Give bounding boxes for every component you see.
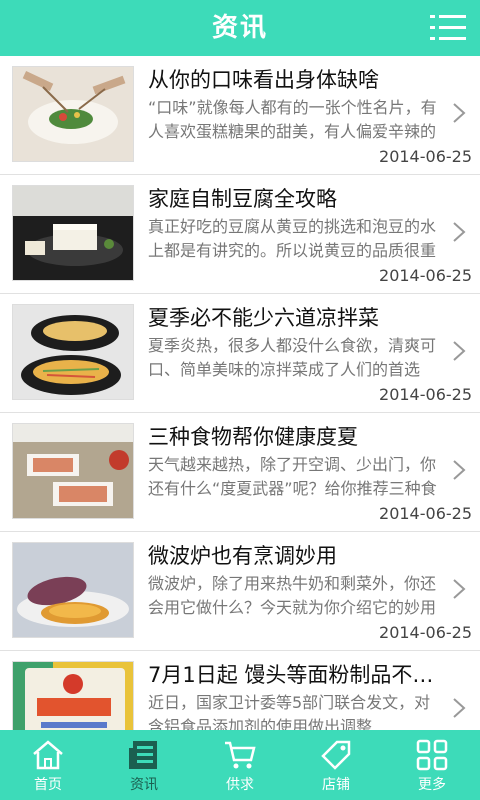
article-thumbnail <box>12 542 134 638</box>
article-date: 2014-06-25 <box>379 623 472 642</box>
article-thumbnail <box>12 66 134 162</box>
list-menu-icon[interactable] <box>430 12 466 44</box>
news-icon <box>129 741 157 769</box>
article-thumbnail <box>12 185 134 281</box>
grid-icon <box>416 739 448 771</box>
list-item[interactable]: 微波炉也有烹调妙用 微波炉，除了用来热牛奶和剩菜外，你还会用它做什么？今天就为你… <box>0 532 480 651</box>
chevron-right-icon <box>452 697 466 719</box>
article-title: 家庭自制豆腐全攻略 <box>148 187 337 211</box>
article-summary: 微波炉，除了用来热牛奶和剩菜外，你还会用它做什么？今天就为你介绍它的妙用 <box>148 574 437 617</box>
news-list: 从你的口味看出身体缺啥 “口味”就像每人都有的一张个性名片，有人喜欢蛋糕糖果的甜… <box>0 56 480 730</box>
tab-label: 首页 <box>34 777 62 793</box>
tab-home[interactable]: 首页 <box>0 730 96 800</box>
chevron-right-icon <box>452 578 466 600</box>
tab-news[interactable]: 资讯 <box>96 730 192 800</box>
article-title: 从你的口味看出身体缺啥 <box>148 68 379 92</box>
tag-icon <box>321 740 351 770</box>
list-item[interactable]: 家庭自制豆腐全攻略 真正好吃的豆腐从黄豆的挑选和泡豆的水上都是有讲究的。所以说黄… <box>0 175 480 294</box>
article-summary: “口味”就像每人都有的一张个性名片，有人喜欢蛋糕糖果的甜美，有人偏爱辛辣的刺激 <box>148 98 437 141</box>
home-icon <box>33 740 63 770</box>
article-title: 微波炉也有烹调妙用 <box>148 544 337 568</box>
article-thumbnail <box>12 661 134 730</box>
article-date: 2014-06-25 <box>379 266 472 285</box>
article-thumbnail <box>12 423 134 519</box>
list-item[interactable]: 三种食物帮你健康度夏 天气越来越热，除了开空调、少出门，你还有什么“度夏武器”呢… <box>0 413 480 532</box>
article-summary: 近日，国家卫计委等5部门联合发文，对含铝食品添加剂的使用做出调整 <box>148 693 431 730</box>
article-title: 夏季必不能少六道凉拌菜 <box>148 306 379 330</box>
tab-label: 资讯 <box>130 777 158 793</box>
tab-label: 供求 <box>226 777 254 793</box>
tab-supply[interactable]: 供求 <box>192 730 288 800</box>
article-date: 2014-06-25 <box>379 504 472 523</box>
chevron-right-icon <box>452 340 466 362</box>
cart-icon <box>225 741 256 769</box>
article-summary: 天气越来越热，除了开空调、少出门，你还有什么“度夏武器”呢？给你推荐三种食物 <box>148 455 437 498</box>
tab-label: 更多 <box>418 777 446 793</box>
chevron-right-icon <box>452 221 466 243</box>
article-title: 7月1日起 馒头等面粉制品不得使用含铝添加剂 <box>148 663 448 687</box>
top-bar: 资讯 <box>0 0 480 56</box>
article-thumbnail <box>12 304 134 400</box>
article-summary: 真正好吃的豆腐从黄豆的挑选和泡豆的水上都是有讲究的。所以说黄豆的品质很重要 <box>148 217 437 260</box>
page-title: 资讯 <box>211 13 268 43</box>
list-item[interactable]: 从你的口味看出身体缺啥 “口味”就像每人都有的一张个性名片，有人喜欢蛋糕糖果的甜… <box>0 56 480 175</box>
tab-label: 店铺 <box>322 777 350 793</box>
bottom-tab-bar: 首页 资讯 供求 店铺 更多 <box>0 730 480 800</box>
list-item[interactable]: 夏季必不能少六道凉拌菜 夏季炎热，很多人都没什么食欲，清爽可口、简单美味的凉拌菜… <box>0 294 480 413</box>
article-date: 2014-06-25 <box>379 147 472 166</box>
tab-shop[interactable]: 店铺 <box>288 730 384 800</box>
tab-more[interactable]: 更多 <box>384 730 480 800</box>
article-summary: 夏季炎热，很多人都没什么食欲，清爽可口、简单美味的凉拌菜成了人们的首选 <box>148 336 437 379</box>
chevron-right-icon <box>452 102 466 124</box>
article-date: 2014-06-25 <box>379 385 472 404</box>
article-title: 三种食物帮你健康度夏 <box>148 425 358 449</box>
list-item[interactable]: 7月1日起 馒头等面粉制品不得使用含铝添加剂 近日，国家卫计委等5部门联合发文，… <box>0 651 480 730</box>
chevron-right-icon <box>452 459 466 481</box>
